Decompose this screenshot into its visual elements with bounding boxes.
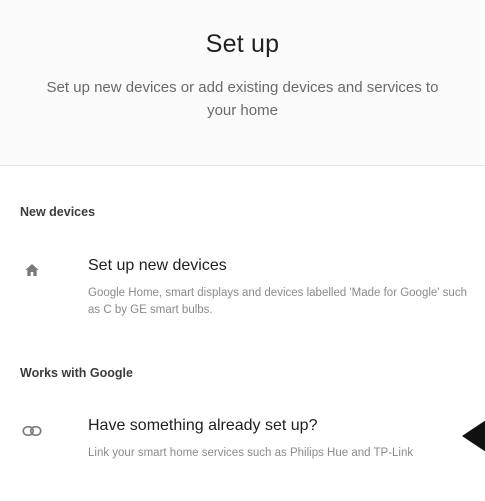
link-existing-services-description: Link your smart home services such as Ph… <box>88 447 414 459</box>
link-existing-services-title: Have something already set up? <box>88 417 318 434</box>
link-existing-services-item[interactable]: Have something already set up? Link your… <box>0 405 485 485</box>
page-title: Set up <box>205 30 280 58</box>
page-subtitle: Set up new devices or add existing devic… <box>46 79 439 119</box>
home-icon <box>20 258 44 282</box>
link-icon <box>20 419 44 443</box>
section-header-new-devices: New devices <box>20 205 96 219</box>
setup-new-devices-description: Google Home, smart displays and devices … <box>88 287 467 316</box>
header-divider <box>0 165 485 166</box>
setup-new-devices-title: Set up new devices <box>88 257 227 274</box>
section-header-works-with-google: Works with Google <box>20 366 133 380</box>
pointer-arrow-icon <box>462 420 485 452</box>
page-header: Set up Set up new devices or add existin… <box>0 0 485 165</box>
setup-new-devices-item[interactable]: Set up new devices Google Home, smart di… <box>0 245 485 325</box>
setup-screen: Set up Set up new devices or add existin… <box>0 0 485 501</box>
